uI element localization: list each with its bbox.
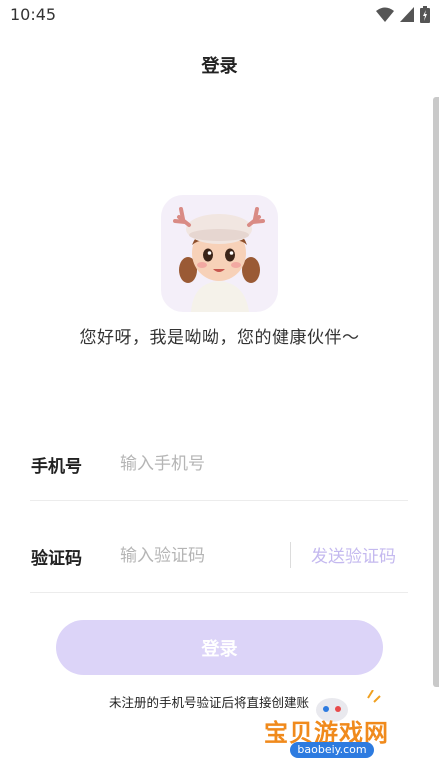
phone-label: 手机号 [31,457,82,477]
code-input[interactable] [120,543,280,569]
status-icons [376,6,430,23]
login-button[interactable]: 登录 [56,620,383,675]
phone-input[interactable] [120,451,400,477]
signal-icon [400,7,414,22]
status-bar: 10:45 [0,0,439,30]
avatar [161,195,278,312]
send-code-button[interactable]: 发送验证码 [311,542,396,567]
scrollbar[interactable] [433,97,439,687]
watermark-url: baobeiy.com [290,742,374,758]
code-label: 验证码 [31,549,82,569]
code-divider [30,592,408,593]
status-time: 10:45 [10,5,57,24]
avatar-girl-icon [173,207,265,312]
battery-icon [420,6,430,23]
phone-divider [30,500,408,501]
page-title: 登录 [201,56,238,77]
wifi-icon [376,7,394,22]
code-separator [290,542,291,568]
greeting-text: 您好呀，我是呦呦，您的健康伙伴～ [79,328,360,348]
